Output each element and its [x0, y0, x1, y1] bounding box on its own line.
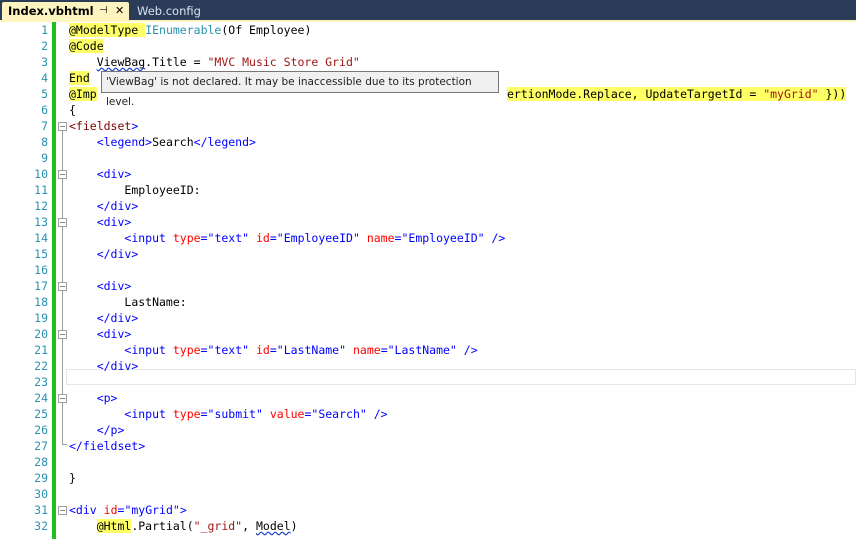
tab-label: Web.config — [137, 4, 201, 18]
line-number: 8 — [41, 135, 48, 149]
code-line: EmployeeID: — [124, 183, 201, 197]
line-number: 3 — [41, 55, 48, 69]
collapse-icon[interactable]: − — [58, 218, 67, 227]
line-number: 18 — [34, 295, 48, 309]
code-line: ViewBag.Title = "MVC Music Store Grid" — [96, 55, 360, 69]
line-number: 11 — [34, 183, 48, 197]
error-tooltip: 'ViewBag' is not declared. It may be ina… — [101, 71, 499, 108]
line-number: 15 — [34, 247, 48, 261]
code-line: ertionMode.Replace, UpdateTargetId = "my… — [507, 87, 847, 101]
line-number: 14 — [34, 231, 48, 245]
line-number: 5 — [41, 87, 48, 101]
current-line-highlight — [66, 369, 856, 385]
line-number: 7 — [41, 119, 48, 133]
code-line: End — [69, 71, 90, 85]
line-number: 20 — [34, 327, 48, 341]
code-line: <div> — [96, 167, 132, 181]
line-number: 6 — [41, 103, 48, 117]
code-line: { — [69, 103, 76, 117]
collapse-icon[interactable]: − — [58, 282, 67, 291]
line-number: 2 — [41, 39, 48, 53]
line-number: 27 — [34, 439, 48, 453]
code-line: <div id="myGrid"> — [69, 503, 187, 517]
line-number: 16 — [34, 263, 48, 277]
tab-web-config[interactable]: Web.config — [131, 2, 201, 20]
collapse-icon[interactable]: − — [58, 170, 67, 179]
collapse-icon[interactable]: − — [58, 330, 67, 339]
code-line: <p> — [96, 391, 118, 405]
tab-index-vbhtml[interactable]: Index.vbhtml ⊣ ✕ — [2, 2, 129, 20]
code-line: <div> — [96, 327, 132, 341]
code-line: <legend>Search</legend> — [96, 135, 256, 149]
line-number: 26 — [34, 423, 48, 437]
line-number: 24 — [34, 391, 48, 405]
line-number: 19 — [34, 311, 48, 325]
document-tab-bar: Index.vbhtml ⊣ ✕ Web.config — [0, 0, 856, 22]
code-line: <input type="text" id="EmployeeID" name=… — [124, 231, 506, 245]
line-number: 10 — [34, 167, 48, 181]
code-line: <div> — [96, 215, 132, 229]
change-tracking-bar — [52, 22, 56, 539]
code-line: <input type="submit" value="Search" /> — [124, 407, 388, 421]
line-number: 12 — [34, 199, 48, 213]
code-line: @ModelType IEnumerable(Of Employee) — [69, 23, 312, 37]
code-line: LastName: — [124, 295, 187, 309]
line-number: 32 — [34, 519, 48, 533]
line-number: 23 — [34, 375, 48, 389]
code-line: <div> — [96, 279, 132, 293]
line-number: 22 — [34, 359, 48, 373]
code-line: </div> — [96, 247, 139, 261]
code-line: @Code — [69, 39, 104, 53]
line-number: 28 — [34, 455, 48, 469]
line-number: 9 — [41, 151, 48, 165]
line-number: 30 — [34, 487, 48, 501]
code-line: @Html.Partial("_grid", Model) — [96, 519, 298, 533]
line-number: 21 — [34, 343, 48, 357]
tab-label: Index.vbhtml — [8, 4, 94, 18]
line-number: 29 — [34, 471, 48, 485]
code-line: </div> — [96, 311, 139, 325]
code-line: </div> — [96, 359, 139, 373]
line-number: 31 — [34, 503, 48, 517]
code-editor[interactable]: 1 2 3 4 5 6 7 8 9 10 11 12 13 14 15 16 1… — [0, 22, 856, 539]
code-line: @Imp — [69, 87, 97, 101]
code-line: </fieldset> — [69, 439, 146, 453]
line-number: 4 — [41, 71, 48, 85]
collapse-icon[interactable]: − — [58, 122, 67, 131]
collapse-icon[interactable]: − — [58, 394, 67, 403]
code-line: </div> — [96, 199, 139, 213]
code-line: } — [69, 471, 76, 485]
line-number: 13 — [34, 215, 48, 229]
code-line: </p> — [96, 423, 125, 437]
line-number: 17 — [34, 279, 48, 293]
outline-guide-end — [62, 444, 67, 445]
collapse-icon[interactable]: − — [58, 506, 67, 515]
line-number: 25 — [34, 407, 48, 421]
close-icon[interactable]: ✕ — [115, 2, 124, 20]
line-number: 1 — [41, 23, 48, 37]
code-line: <input type="text" id="LastName" name="L… — [124, 343, 478, 357]
pin-icon[interactable]: ⊣ — [99, 2, 108, 20]
code-line: <fieldset> — [69, 119, 139, 133]
